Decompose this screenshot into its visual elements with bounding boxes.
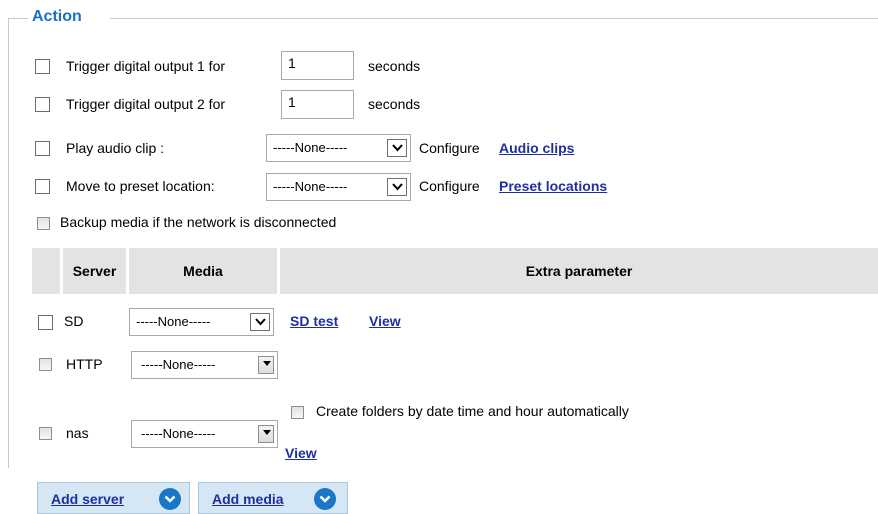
move-preset-checkbox[interactable] (35, 179, 50, 194)
preset-configure-label: Configure (419, 178, 480, 194)
create-folders-label: Create folders by date time and hour aut… (316, 403, 629, 419)
sd-media-select[interactable]: -----None----- (129, 308, 274, 336)
play-audio-checkbox[interactable] (35, 141, 50, 156)
play-audio-label: Play audio clip : (66, 140, 165, 156)
chevron-down-icon[interactable] (387, 139, 407, 157)
server-nas-checkbox[interactable] (39, 427, 52, 440)
audio-configure-label: Configure (419, 140, 480, 156)
fieldset-left-line (8, 18, 9, 468)
audio-clip-select[interactable]: -----None----- (266, 134, 411, 162)
chevron-down-icon[interactable] (387, 178, 407, 196)
preset-location-select[interactable]: -----None----- (266, 173, 411, 201)
chevron-down-icon[interactable] (258, 356, 274, 374)
table-header-server: Server (63, 248, 126, 294)
table-header-select (32, 248, 60, 294)
audio-clip-selected-value: -----None----- (273, 140, 348, 155)
chevron-down-icon[interactable] (258, 425, 274, 443)
nas-view-link[interactable]: View (285, 445, 317, 461)
trigger-do1-checkbox[interactable] (35, 59, 50, 74)
trigger-do2-label: Trigger digital output 2 for (66, 96, 226, 112)
trigger-do2-seconds-label: seconds (368, 96, 421, 112)
add-server-label: Add server (51, 491, 125, 507)
add-media-label: Add media (212, 491, 284, 507)
trigger-do1-seconds-input[interactable]: 1 (281, 51, 354, 80)
preset-locations-link[interactable]: Preset locations (499, 178, 607, 194)
nas-media-selected-value: -----None----- (141, 426, 216, 441)
backup-media-label: Backup media if the network is disconnec… (60, 214, 337, 230)
trigger-do1-label: Trigger digital output 1 for (66, 58, 226, 74)
sd-test-link[interactable]: SD test (290, 313, 338, 329)
table-header-media: Media (129, 248, 277, 294)
server-sd-checkbox[interactable] (38, 315, 53, 330)
preset-location-selected-value: -----None----- (273, 179, 348, 194)
http-media-selected-value: -----None----- (141, 357, 216, 372)
trigger-do1-seconds-label: seconds (368, 58, 421, 74)
create-folders-checkbox[interactable] (291, 406, 304, 419)
trigger-do2-checkbox[interactable] (35, 97, 50, 112)
action-legend: Action (28, 8, 92, 26)
fieldset-top-line (110, 18, 878, 19)
server-sd-name: SD (64, 313, 84, 329)
server-nas-name: nas (66, 425, 89, 441)
nas-media-select[interactable]: -----None----- (131, 420, 278, 448)
fieldset-top-line-left (8, 18, 28, 19)
sd-view-link[interactable]: View (369, 313, 401, 329)
add-server-button[interactable]: Add server (37, 482, 190, 514)
trigger-do2-seconds-input[interactable]: 1 (281, 90, 354, 119)
add-media-button[interactable]: Add media (198, 482, 348, 514)
server-http-checkbox[interactable] (39, 358, 52, 371)
http-media-select[interactable]: -----None----- (131, 351, 278, 379)
audio-clips-link[interactable]: Audio clips (499, 140, 574, 156)
move-preset-label: Move to preset location: (66, 178, 215, 194)
circle-chevron-down-icon (159, 488, 181, 510)
backup-media-checkbox[interactable] (37, 217, 50, 230)
server-http-name: HTTP (66, 356, 103, 372)
circle-chevron-down-icon (314, 488, 336, 510)
sd-media-selected-value: -----None----- (136, 314, 211, 329)
table-header-extra: Extra parameter (280, 248, 878, 294)
chevron-down-icon[interactable] (250, 313, 270, 331)
